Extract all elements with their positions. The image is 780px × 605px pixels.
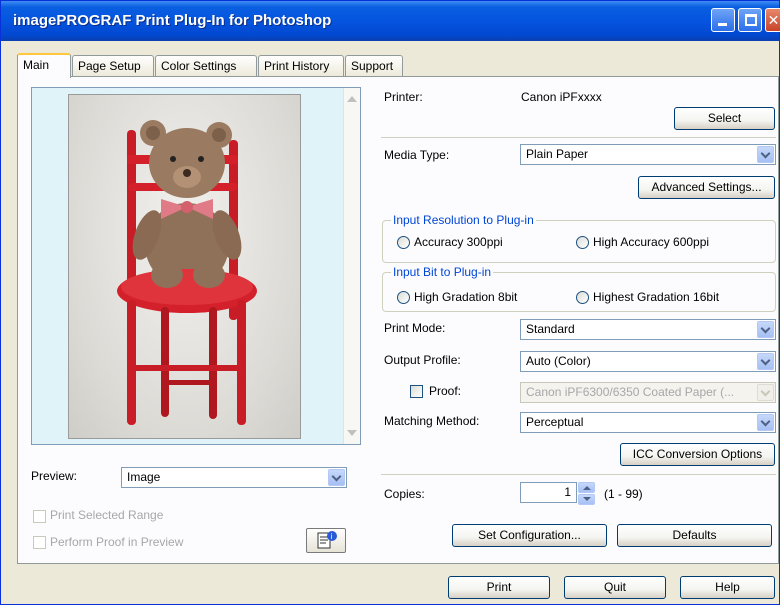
highest-gradation-16bit-radio[interactable] <box>576 291 589 304</box>
scroll-up-icon[interactable] <box>347 96 357 102</box>
tab-color-settings[interactable]: Color Settings <box>155 55 257 77</box>
copies-input[interactable]: 1 <box>520 482 577 503</box>
input-resolution-title: Input Resolution to Plug-in <box>391 213 536 227</box>
info-document-icon: i <box>317 531 337 549</box>
svg-text:i: i <box>331 532 333 541</box>
preview-label: Preview: <box>31 469 78 483</box>
accuracy-300-radio[interactable] <box>397 236 410 249</box>
copies-label: Copies: <box>384 487 425 501</box>
matching-method-select[interactable]: Perceptual <box>520 412 776 433</box>
chevron-down-icon[interactable] <box>328 469 345 486</box>
tab-page-setup[interactable]: Page Setup <box>72 55 154 77</box>
media-type-value: Plain Paper <box>526 147 589 161</box>
teddy-bear-on-chair-image <box>117 120 257 425</box>
copies-value: 1 <box>564 485 571 499</box>
media-type-label: Media Type: <box>384 148 450 162</box>
output-profile-value: Auto (Color) <box>526 354 591 368</box>
help-button[interactable]: Help <box>680 576 775 599</box>
stepper-down-icon[interactable] <box>578 494 595 505</box>
chevron-down-icon[interactable] <box>757 321 774 338</box>
print-selected-range-label: Print Selected Range <box>50 508 164 522</box>
print-selected-range-checkbox[interactable] <box>33 510 46 523</box>
separator <box>381 137 776 138</box>
maximize-icon[interactable] <box>738 8 762 32</box>
high-accuracy-600-radio[interactable] <box>576 236 589 249</box>
scroll-down-icon[interactable] <box>347 430 357 436</box>
chevron-down-icon[interactable] <box>757 414 774 431</box>
printer-value: Canon iPFxxxx <box>521 90 602 104</box>
preview-scrollbar[interactable] <box>343 88 360 444</box>
chevron-down-icon[interactable] <box>757 146 774 163</box>
print-mode-label: Print Mode: <box>384 321 446 335</box>
proof-value: Canon iPF6300/6350 Coated Paper (... <box>526 385 735 399</box>
preview-select[interactable]: Image <box>121 467 347 488</box>
high-gradation-8bit-radio[interactable] <box>397 291 410 304</box>
perform-proof-label: Perform Proof in Preview <box>50 535 184 549</box>
defaults-button[interactable]: Defaults <box>617 524 772 547</box>
preview-select-value: Image <box>127 470 161 484</box>
print-mode-value: Standard <box>526 322 575 336</box>
plugin-window: imagePROGRAF Print Plug-In for Photoshop… <box>0 0 780 605</box>
title-bar[interactable]: imagePROGRAF Print Plug-In for Photoshop… <box>1 1 780 41</box>
copies-stepper[interactable] <box>578 482 595 505</box>
matching-method-value: Perceptual <box>526 415 584 429</box>
accuracy-300-label: Accuracy 300ppi <box>414 235 503 249</box>
copies-range: (1 - 99) <box>604 487 643 501</box>
print-button[interactable]: Print <box>448 576 550 599</box>
tab-print-history[interactable]: Print History <box>258 55 344 77</box>
high-gradation-8bit-label: High Gradation 8bit <box>414 290 518 304</box>
info-document-button[interactable]: i <box>306 528 346 553</box>
window-title: imagePROGRAF Print Plug-In for Photoshop <box>13 12 332 29</box>
perform-proof-checkbox[interactable] <box>33 536 46 549</box>
media-type-select[interactable]: Plain Paper <box>520 144 776 165</box>
proof-checkbox[interactable] <box>410 385 423 398</box>
print-mode-select[interactable]: Standard <box>520 319 776 340</box>
close-icon[interactable]: ✕ <box>765 8 780 32</box>
chevron-down-icon[interactable] <box>757 384 774 401</box>
input-bit-title: Input Bit to Plug-in <box>391 265 494 279</box>
preview-image <box>68 94 301 439</box>
tab-support[interactable]: Support <box>345 55 403 77</box>
quit-button[interactable]: Quit <box>564 576 666 599</box>
select-printer-button[interactable]: Select <box>674 107 775 130</box>
matching-method-label: Matching Method: <box>384 414 480 428</box>
highest-gradation-16bit-label: Highest Gradation 16bit <box>593 290 720 304</box>
proof-label: Proof: <box>429 384 462 398</box>
proof-select[interactable]: Canon iPF6300/6350 Coated Paper (... <box>520 382 776 403</box>
separator <box>381 474 776 475</box>
set-configuration-button[interactable]: Set Configuration... <box>452 524 607 547</box>
icc-conversion-options-button[interactable]: ICC Conversion Options <box>620 443 775 466</box>
advanced-settings-button[interactable]: Advanced Settings... <box>638 176 775 199</box>
minimize-icon[interactable] <box>711 8 735 32</box>
output-profile-label: Output Profile: <box>384 353 461 367</box>
chevron-down-icon[interactable] <box>757 353 774 370</box>
high-accuracy-600-label: High Accuracy 600ppi <box>593 235 710 249</box>
stepper-up-icon[interactable] <box>578 482 595 493</box>
output-profile-select[interactable]: Auto (Color) <box>520 351 776 372</box>
tab-main[interactable]: Main <box>17 53 71 78</box>
printer-label: Printer: <box>384 90 423 104</box>
